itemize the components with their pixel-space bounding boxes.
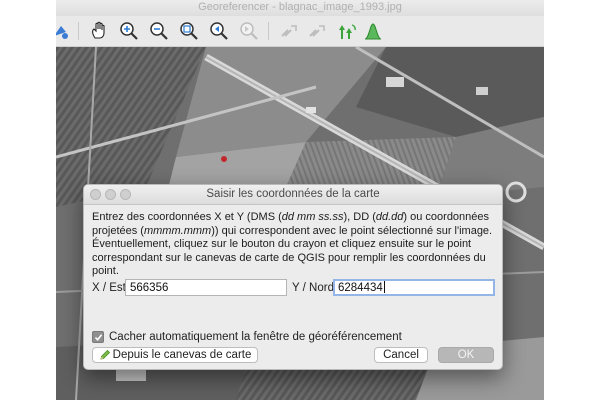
dialog-title: Saisir les coordonnées de la carte <box>206 188 380 200</box>
pan-icon[interactable] <box>88 20 110 42</box>
auto-hide-checkbox-row[interactable]: Cacher automatiquement la fenêtre de géo… <box>92 330 402 344</box>
dialog-description: Entrez des coordonnées X et Y (DMS (dd m… <box>92 211 493 277</box>
zoom-next-icon[interactable] <box>238 20 260 42</box>
zoom-in-icon[interactable] <box>118 20 140 42</box>
histogram-stretch-icon[interactable] <box>362 20 384 42</box>
text-caret <box>383 281 385 293</box>
pencil-icon <box>99 349 111 365</box>
x-east-label: X / Est <box>92 282 126 294</box>
auto-hide-checkbox-label: Cacher automatiquement la fenêtre de géo… <box>109 331 402 343</box>
ok-button[interactable]: OK <box>438 347 494 363</box>
from-map-canvas-button[interactable]: Depuis le canevas de carte <box>92 347 258 363</box>
zoom-to-layer-icon[interactable] <box>178 20 200 42</box>
checkmark-icon <box>94 333 102 341</box>
cancel-button[interactable]: Cancel <box>374 347 428 363</box>
gcp-point-marker[interactable] <box>221 156 227 162</box>
x-east-input[interactable]: 566356 <box>125 279 287 296</box>
link-georef-to-qgis-icon[interactable] <box>278 20 300 42</box>
auto-hide-checkbox[interactable] <box>92 331 104 343</box>
add-point-icon[interactable] <box>56 20 72 42</box>
georeferencer-toolbar <box>56 16 544 47</box>
window-title: Georeferencer - blagnac_image_1993.jpg <box>56 0 544 16</box>
zoom-last-icon[interactable] <box>208 20 230 42</box>
y-north-label: Y / Nord <box>292 282 334 294</box>
transformation-settings-icon[interactable] <box>336 20 358 42</box>
zoom-out-icon[interactable] <box>148 20 170 42</box>
link-qgis-to-georef-icon[interactable] <box>306 20 328 42</box>
dialog-titlebar: Saisir les coordonnées de la carte <box>84 185 502 205</box>
enter-map-coordinates-dialog: Saisir les coordonnées de la carte Entre… <box>83 184 503 370</box>
y-north-input[interactable]: 6284434 <box>333 279 495 296</box>
